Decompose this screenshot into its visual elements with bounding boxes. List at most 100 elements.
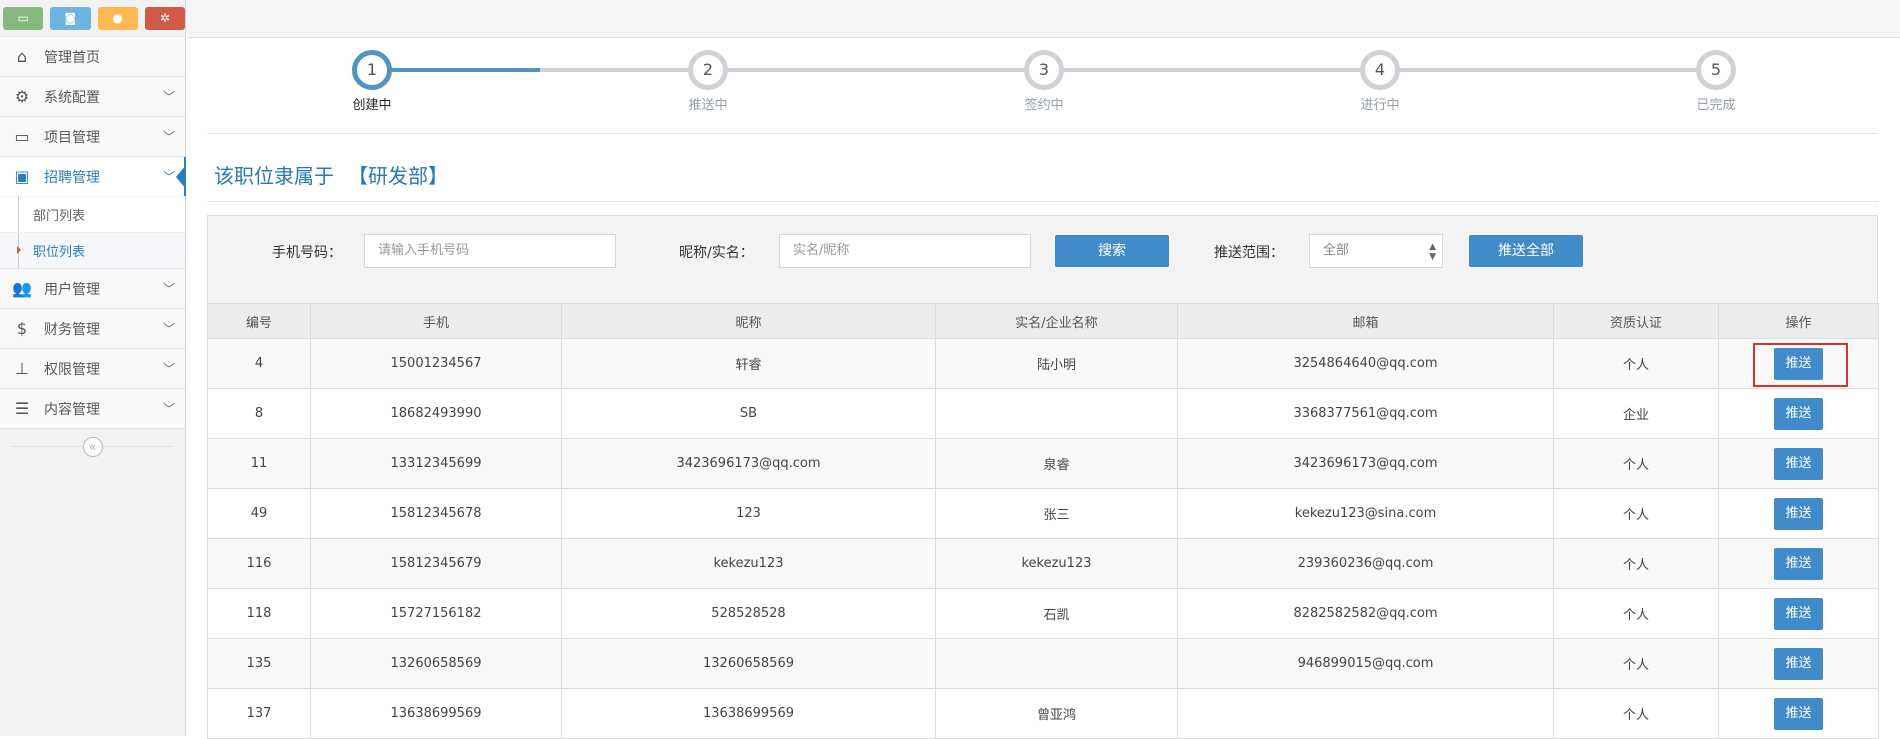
- cell-phone: 15812345679: [310, 538, 562, 589]
- col-header-id[interactable]: 编号: [207, 303, 311, 339]
- cell-id: 118: [207, 588, 311, 639]
- cell-email: 3423696173@qq.com: [1177, 438, 1554, 489]
- push-button[interactable]: 推送: [1774, 447, 1823, 480]
- sidebar-subitem-positions[interactable]: 职位列表: [0, 232, 185, 268]
- scope-label: 推送范围：: [1214, 245, 1284, 261]
- cell-email: [1177, 688, 1554, 739]
- cell-nickname: 528528528: [561, 588, 936, 639]
- cell-nickname: 13638699569: [561, 688, 936, 739]
- sidebar-item-users[interactable]: 👥 用户管理 ﹀: [0, 268, 185, 308]
- push-button[interactable]: 推送: [1774, 547, 1823, 580]
- chevron-down-icon: ﹀: [162, 402, 175, 416]
- search-button[interactable]: 搜索: [1055, 235, 1169, 267]
- briefcase-icon: ▣: [14, 167, 30, 186]
- sidebar-item-system-config[interactable]: ⚙ 系统配置 ﹀: [0, 76, 185, 116]
- cell-action: 推送: [1718, 488, 1879, 539]
- push-all-button[interactable]: 推送全部: [1469, 235, 1583, 267]
- gear-icon: ⚙: [14, 87, 30, 106]
- sidebar-item-recruitment[interactable]: ▣ 招聘管理 ﹀: [0, 156, 186, 196]
- push-button[interactable]: 推送: [1774, 697, 1823, 730]
- cell-id: 11: [207, 438, 311, 489]
- chevron-down-icon: ﹀: [162, 170, 175, 184]
- cell-nickname: 3423696173@qq.com: [561, 438, 936, 489]
- table-row: 4 15001234567 轩睿 陆小明 3254864640@qq.com 个人 推送: [207, 338, 1879, 389]
- col-header-phone[interactable]: 手机: [310, 303, 562, 339]
- sidebar-subitem-departments[interactable]: 部门列表: [0, 196, 185, 232]
- sitemap-icon: ⊥: [15, 359, 29, 378]
- sidebar-item-content[interactable]: ☰ 内容管理 ﹀: [0, 388, 185, 428]
- cogs-icon[interactable]: ✲: [144, 6, 185, 30]
- caret-right-icon: [17, 246, 21, 254]
- cell-realname: [935, 388, 1178, 439]
- table-row: 116 15812345679 kekezu123 kekezu123 23936023…: [207, 538, 1879, 589]
- table-row: 8 18682493990 SB 3368377561@qq.com 企业 推送: [207, 388, 1879, 439]
- sidebar-item-projects[interactable]: ▭ 项目管理 ﹀: [0, 116, 185, 156]
- col-header-realname[interactable]: 实名/企业名称: [935, 303, 1178, 339]
- highlight-annotation: [1753, 343, 1848, 387]
- cell-phone: 13638699569: [310, 688, 562, 739]
- push-button[interactable]: 推送: [1774, 397, 1823, 430]
- step-5: 5 已完成: [1656, 50, 1776, 113]
- name-input[interactable]: 实名/昵称: [779, 234, 1031, 268]
- push-button[interactable]: 推送: [1774, 497, 1823, 530]
- cell-email: 239360236@qq.com: [1177, 538, 1554, 589]
- step-3: 3 签约中: [984, 50, 1104, 113]
- cell-realname: 张三: [935, 488, 1178, 539]
- shortcut-bar: ▭ ◙ ● ✲: [0, 0, 185, 36]
- push-button[interactable]: 推送: [1774, 647, 1823, 680]
- sidebar-item-permissions[interactable]: ⊥ 权限管理 ﹀: [0, 348, 185, 388]
- step-4: 4 进行中: [1320, 50, 1440, 113]
- cell-nickname: 123: [561, 488, 936, 539]
- phone-input[interactable]: 请输入手机号码: [364, 234, 616, 268]
- table-row: 49 15812345678 123 张三 kekezu123@sina.com 个人 推送: [207, 488, 1879, 539]
- col-header-nickname[interactable]: 昵称: [561, 303, 936, 339]
- cell-email: 3254864640@qq.com: [1177, 338, 1554, 389]
- cell-email: 8282582582@qq.com: [1177, 588, 1554, 639]
- cell-realname: 曾亚鸿: [935, 688, 1178, 739]
- sidebar-item-home[interactable]: ⌂ 管理首页: [0, 36, 185, 76]
- table-row: 137 13638699569 13638699569 曾亚鸿 个人 推送: [207, 688, 1879, 739]
- cell-id: 116: [207, 538, 311, 589]
- cell-email: 3368377561@qq.com: [1177, 388, 1554, 439]
- cell-nickname: 13260658569: [561, 638, 936, 689]
- col-header-action: 操作: [1718, 303, 1879, 339]
- cell-certification: 个人: [1553, 538, 1719, 589]
- cell-certification: 个人: [1553, 688, 1719, 739]
- cell-certification: 个人: [1553, 488, 1719, 539]
- dollar-icon: $: [16, 319, 28, 338]
- user-icon[interactable]: ●: [97, 6, 138, 30]
- name-label: 昵称/实名：: [679, 245, 754, 261]
- push-button[interactable]: 推送: [1774, 597, 1823, 630]
- col-header-certification[interactable]: 资质认证: [1553, 303, 1719, 339]
- cell-id: 4: [207, 338, 311, 389]
- cell-realname: kekezu123: [935, 538, 1178, 589]
- cell-action: 推送: [1718, 688, 1879, 739]
- phone-label: 手机号码：: [272, 245, 342, 261]
- cell-phone: 15812345678: [310, 488, 562, 539]
- cell-phone: 13312345699: [310, 438, 562, 489]
- cell-nickname: 轩睿: [561, 338, 936, 389]
- laptop-icon[interactable]: ▭: [3, 6, 44, 30]
- chevron-down-icon: ﹀: [162, 362, 175, 376]
- cell-action: 推送: [1718, 438, 1879, 489]
- home-icon: ⌂: [16, 47, 28, 66]
- cell-nickname: kekezu123: [561, 538, 936, 589]
- col-header-email[interactable]: 邮箱: [1177, 303, 1554, 339]
- progress-steps: 1 创建中 2 推送中 3 签约中 4 进行中 5 已完成: [207, 44, 1878, 134]
- cell-realname: 陆小明: [935, 338, 1178, 389]
- cell-email: kekezu123@sina.com: [1177, 488, 1554, 539]
- chevron-down-icon: ﹀: [162, 322, 175, 336]
- cell-realname: [935, 638, 1178, 689]
- cell-certification: 个人: [1553, 338, 1719, 389]
- users-icon: 👥: [12, 279, 32, 298]
- select-arrow-icon: ▲ ▼: [1429, 242, 1436, 262]
- step-2: 2 推送中: [648, 50, 768, 113]
- sidebar-item-finance[interactable]: $ 财务管理 ﹀: [0, 308, 185, 348]
- cell-phone: 18682493990: [310, 388, 562, 439]
- double-chevron-left-icon[interactable]: «: [82, 436, 103, 457]
- page-title: 该职位隶属于 【研发部】: [207, 150, 1878, 202]
- scope-select[interactable]: 全部 ▲ ▼: [1309, 234, 1443, 268]
- cell-id: 135: [207, 638, 311, 689]
- camera-icon[interactable]: ◙: [50, 6, 91, 30]
- cell-certification: 个人: [1553, 588, 1719, 639]
